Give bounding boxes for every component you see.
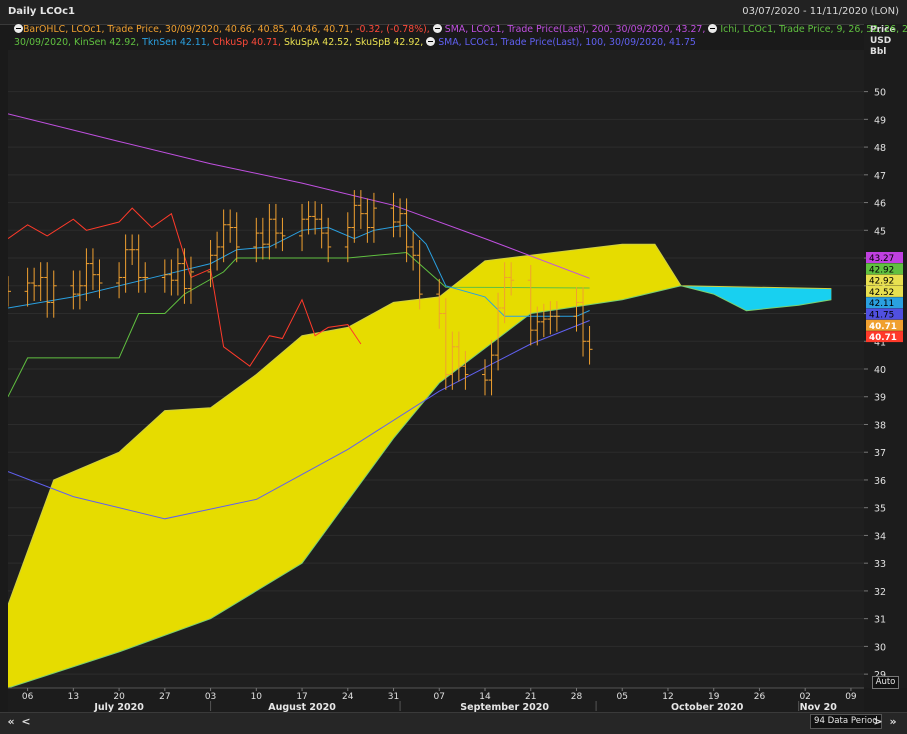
x-tick-label: 02: [799, 692, 810, 702]
y-tick-label: 47: [874, 171, 886, 182]
last-value-label: 40.71: [869, 322, 897, 332]
y-tick-label: 40: [874, 365, 886, 376]
y-tick-label: 33: [874, 559, 886, 570]
x-tick-label: 31: [388, 692, 399, 702]
y-tick-label: 37: [874, 448, 886, 459]
x-tick-label: 17: [296, 692, 307, 702]
legend-senkou-a: SkuSpA 42.52,: [280, 36, 353, 48]
y-tick-label: 38: [874, 420, 886, 431]
navigation-bar: [0, 712, 907, 734]
data-period-selector[interactable]: 94 Data Period: [810, 714, 882, 729]
y-tick-label: 39: [874, 393, 886, 404]
scroll-first-button[interactable]: «: [4, 714, 18, 729]
last-value-label: 41.75: [869, 311, 894, 321]
last-value-label: 42.52: [869, 288, 894, 298]
x-tick-label: 12: [662, 692, 673, 702]
y-tick-label: 35: [874, 504, 886, 515]
x-tick-label: 28: [571, 692, 583, 702]
x-tick-label: 14: [479, 692, 491, 702]
x-tick-label: 24: [342, 692, 354, 702]
last-value-label: 42.92: [869, 277, 894, 287]
y-tick-label: 30: [874, 642, 886, 653]
legend-ichimoku-date-kinsen: 30/09/2020, KinSen 42.92,: [14, 36, 140, 48]
last-value-label: 40.71: [869, 333, 897, 343]
last-value-label: 43.27: [869, 254, 894, 264]
legend-line-1: BarOHLC, LCOc1, Trade Price, 30/09/2020,…: [14, 24, 907, 37]
y-tick-label: 48: [874, 143, 886, 154]
plot-layer: [8, 91, 864, 688]
series-menu-icon[interactable]: [432, 24, 442, 33]
x-tick-label: 03: [205, 692, 216, 702]
y-tick-label: 34: [874, 531, 886, 542]
ichimoku-cloud: [8, 244, 832, 688]
x-tick-label: 20: [113, 692, 125, 702]
y-tick-label: 50: [874, 88, 886, 99]
x-tick-label: 06: [22, 692, 34, 702]
y-tick-label: 31: [874, 615, 886, 626]
legend-line-2: 30/09/2020, KinSen 42.92, TknSen 42.11, …: [14, 36, 844, 50]
x-tick-label: 13: [68, 692, 79, 702]
sma200-line: [8, 113, 590, 279]
scroll-next-button[interactable]: >: [872, 714, 884, 729]
chart-window: Daily LCOc1 03/07/2020 - 11/11/2020 (LON…: [0, 0, 907, 734]
x-tick-label: 26: [754, 692, 766, 702]
y-tick-label: 32: [874, 587, 886, 598]
x-tick-label: 21: [525, 692, 536, 702]
y-tick-label: 46: [874, 199, 886, 210]
series-menu-icon[interactable]: [426, 36, 436, 46]
y-tick-label: 49: [874, 115, 886, 126]
last-value-label: 42.11: [869, 299, 894, 309]
x-tick-label: 05: [617, 692, 628, 702]
legend-senkou-b: SkuSpB 42.92,: [352, 36, 424, 48]
x-tick-label: 27: [159, 692, 170, 702]
legend: BarOHLC, LCOc1, Trade Price, 30/09/2020,…: [14, 24, 907, 50]
legend-tenkan: TknSen 42.11,: [139, 36, 210, 48]
x-tick-label: 19: [708, 692, 720, 702]
x-tick-label: 10: [251, 692, 263, 702]
last-value-label: 42.92: [869, 265, 894, 275]
series-menu-icon[interactable]: [14, 24, 23, 33]
legend-chikou: ChkuSp 40.71,: [209, 36, 281, 48]
legend-ichimoku: Ichi, LCOc1, Trade Price, 9, 26, 52, 26,…: [717, 24, 907, 35]
x-tick-label: 07: [434, 692, 445, 702]
y-tick-label: 36: [874, 476, 886, 487]
price-chart: 2930313233343536373839404142434445464748…: [8, 88, 903, 713]
x-tick-label: 09: [845, 692, 857, 702]
legend-sma100: SMA, LCOc1, Trade Price(Last), 100, 30/0…: [435, 36, 696, 48]
legend-sma200: SMA, LCOc1, Trade Price(Last), 200, 30/0…: [441, 24, 706, 35]
scroll-prev-button[interactable]: <: [20, 714, 32, 729]
legend-bar-ohlc: BarOHLC, LCOc1, Trade Price, 30/09/2020,…: [23, 24, 354, 35]
series-menu-icon[interactable]: [708, 24, 718, 33]
scroll-last-button[interactable]: »: [886, 714, 900, 729]
y-tick-label: 45: [874, 226, 886, 237]
legend-change: -0.32, (-0.78%),: [353, 24, 430, 35]
ichimoku-cloud-bearish: [681, 285, 832, 311]
auto-scale-button[interactable]: Auto: [872, 676, 899, 689]
